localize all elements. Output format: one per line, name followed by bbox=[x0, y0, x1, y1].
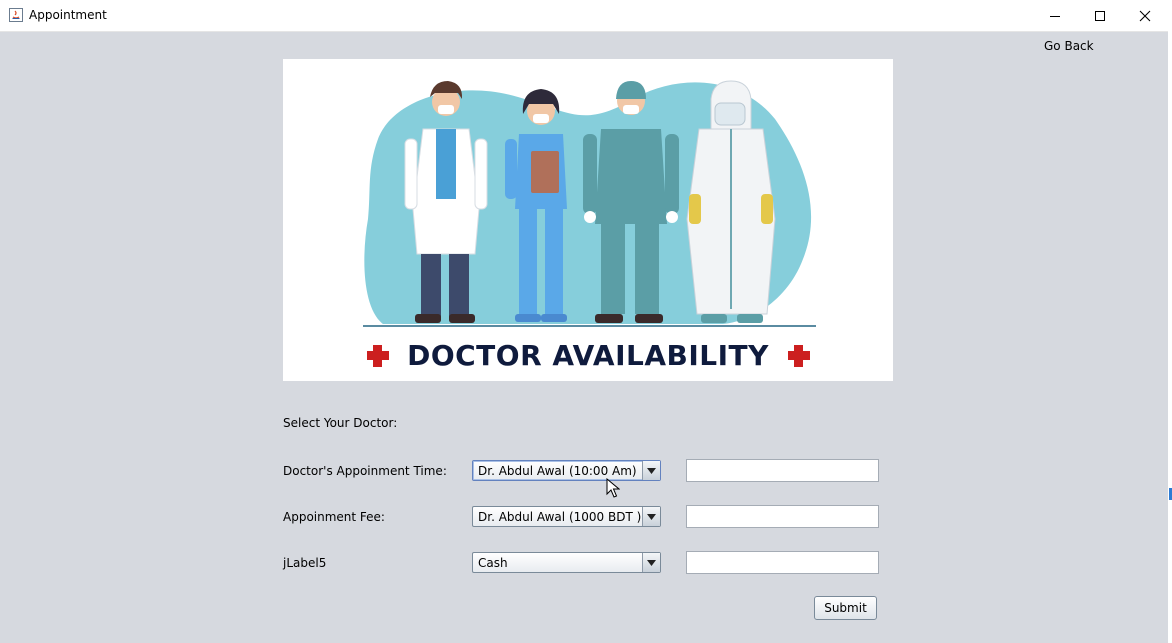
maximize-icon bbox=[1095, 10, 1105, 21]
appointment-time-value: Dr. Abdul Awal (10:00 Am) bbox=[478, 464, 637, 478]
window-titlebar: Appointment bbox=[0, 0, 1170, 32]
appointment-fee-value: Dr. Abdul Awal (1000 BDT ) bbox=[478, 510, 642, 524]
chevron-down-icon[interactable] bbox=[642, 461, 660, 480]
close-icon bbox=[1139, 10, 1151, 21]
go-back-link[interactable]: Go Back bbox=[1044, 39, 1094, 53]
select-doctor-label: Select Your Doctor: bbox=[283, 416, 398, 430]
appointment-fee-label: Appoinment Fee: bbox=[283, 510, 385, 524]
banner-title: DOCTOR AVAILABILITY bbox=[407, 339, 769, 372]
doctor-availability-banner: DOCTOR AVAILABILITY bbox=[283, 59, 893, 381]
close-button[interactable] bbox=[1122, 0, 1168, 31]
appointment-fee-field[interactable] bbox=[686, 505, 879, 528]
mouse-cursor-icon bbox=[606, 477, 621, 501]
appointment-time-field[interactable] bbox=[686, 459, 879, 482]
appointment-time-label: Doctor's Appoinment Time: bbox=[283, 464, 447, 478]
red-cross-icon bbox=[788, 345, 810, 367]
minimize-icon bbox=[1050, 15, 1060, 17]
submit-button[interactable]: Submit bbox=[814, 596, 877, 620]
payment-method-label: jLabel5 bbox=[283, 556, 327, 570]
chevron-down-icon[interactable] bbox=[642, 553, 660, 572]
payment-method-value: Cash bbox=[478, 556, 508, 570]
payment-method-select[interactable]: Cash bbox=[472, 552, 661, 573]
red-cross-icon bbox=[367, 345, 389, 367]
window-edge bbox=[1168, 0, 1172, 643]
window-title: Appointment bbox=[29, 8, 107, 22]
banner-illustration bbox=[363, 80, 816, 367]
maximize-button[interactable] bbox=[1077, 0, 1123, 31]
chevron-down-icon[interactable] bbox=[642, 507, 660, 526]
java-app-icon bbox=[9, 8, 23, 22]
appointment-time-select[interactable]: Dr. Abdul Awal (10:00 Am) bbox=[472, 460, 661, 481]
payment-method-field[interactable] bbox=[686, 551, 879, 574]
minimize-button[interactable] bbox=[1032, 0, 1078, 31]
appointment-fee-select[interactable]: Dr. Abdul Awal (1000 BDT ) bbox=[472, 506, 661, 527]
